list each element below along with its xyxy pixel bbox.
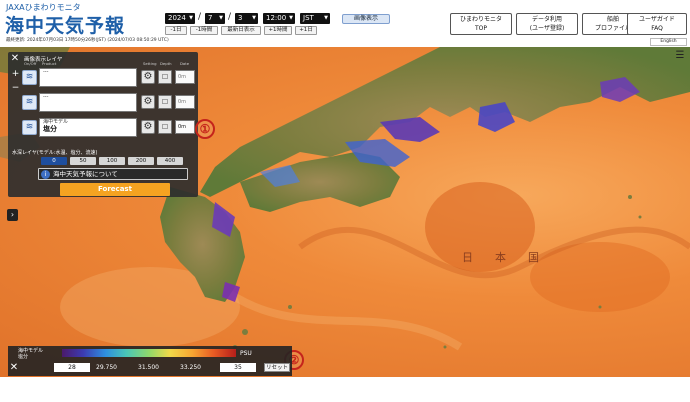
depth-toggle[interactable]: ☐ — [158, 70, 172, 84]
layer-row-3: ≋ 海中モデル 塩分 ⚙ ☐ 0m — [22, 118, 197, 137]
minus-day-button[interactable]: -1日 — [165, 26, 187, 35]
depth-option-50[interactable]: 50 — [70, 157, 96, 165]
column-header-depth: Depth — [160, 61, 172, 66]
month-value: 7 — [208, 14, 213, 22]
depth-option-100[interactable]: 100 — [99, 157, 125, 165]
image-display-button[interactable]: 画像表示 — [342, 14, 390, 24]
layers-icon[interactable]: ≋ — [22, 95, 37, 110]
last-update-text: 最終更新: 2024年07月03日 17時50分26秒(JST) (2024/0… — [6, 38, 169, 43]
layer-product-select[interactable]: --- — [39, 93, 137, 112]
column-header-onoff: On/Off — [24, 61, 37, 66]
legend-unit: PSU — [240, 350, 252, 357]
year-value: 2024 — [168, 14, 186, 22]
chevron-right-icon[interactable]: › — [7, 209, 18, 221]
gear-icon[interactable]: ⚙ — [141, 95, 155, 109]
color-legend: 海中モデル 塩分 PSU ✕ 28 29.750 31.500 33.250 3… — [8, 346, 292, 376]
zoom-in-button[interactable]: + — [11, 70, 20, 79]
legend-min-input[interactable]: 28 — [54, 363, 90, 372]
year-select[interactable]: 2024 ▼ — [165, 13, 195, 24]
depth-toggle[interactable]: ☐ — [158, 120, 172, 134]
layer-row-2: ≋ --- ⚙ ☐ 0m — [22, 93, 197, 112]
gear-icon[interactable]: ⚙ — [141, 70, 155, 84]
legend-max-input[interactable]: 35 — [220, 363, 256, 372]
close-icon[interactable]: ✕ — [9, 363, 19, 373]
nav-label: TOP — [474, 25, 487, 32]
annotation-marker-1: ① — [195, 119, 215, 139]
legend-title: 海中モデル 塩分 — [18, 348, 43, 360]
english-button[interactable]: English — [650, 38, 687, 46]
legend-variable: 塩分 — [18, 354, 29, 360]
layer-product-select[interactable]: 海中モデル 塩分 — [39, 118, 137, 137]
date-separator: / — [228, 12, 232, 22]
chevron-down-icon: ▼ — [189, 15, 193, 21]
nav-label: FAQ — [651, 25, 663, 32]
depth-toggle[interactable]: ☐ — [158, 95, 172, 109]
layer-depth-select[interactable]: 0m — [175, 95, 195, 109]
chevron-down-icon: ▼ — [289, 15, 293, 21]
logo-title[interactable]: 海中天気予報 — [5, 11, 125, 38]
forecast-button[interactable]: Forecast — [60, 183, 170, 196]
chevron-down-icon: ▼ — [219, 15, 223, 21]
nav-label: (ユーザ登録) — [529, 25, 565, 32]
column-header-date: Date — [180, 61, 190, 66]
month-select[interactable]: 7 ▼ — [205, 13, 225, 24]
depth-option-200[interactable]: 200 — [128, 157, 154, 165]
nav-data-usage[interactable]: データ利用 (ユーザ登録) — [516, 13, 578, 35]
layers-icon[interactable]: ≋ — [22, 120, 37, 135]
minus-hour-button[interactable]: -1時間 — [190, 26, 218, 35]
country-label: 日本国 — [462, 251, 561, 264]
day-select[interactable]: 3 ▼ — [235, 13, 258, 24]
nav-user-guide[interactable]: ユーザガイド FAQ — [627, 13, 687, 35]
plus-hour-button[interactable]: +1時間 — [264, 26, 292, 35]
close-icon[interactable]: ✕ — [10, 54, 20, 64]
layer-product-name: 塩分 — [43, 125, 57, 133]
latest-day-button[interactable]: 最新日表示 — [221, 26, 261, 35]
chevron-down-icon: ▼ — [324, 15, 328, 21]
gear-icon[interactable]: ⚙ — [141, 120, 155, 134]
timezone-select[interactable]: JST ▼ — [300, 13, 330, 24]
nav-label: ユーザガイド — [639, 16, 675, 23]
map-canvas[interactable]: 日本国 ☰ › ✕ 画像表示レイヤ On/Off Product Setting… — [0, 47, 690, 377]
menu-icon[interactable]: ☰ — [675, 51, 685, 61]
timezone-value: JST — [303, 14, 314, 22]
header: JAXAひまわりモニタ 海中天気予報 最終更新: 2024年07月03日 17時… — [0, 0, 690, 46]
day-value: 3 — [238, 14, 243, 22]
column-header-setting: Setting — [143, 61, 157, 66]
nav-label: ひまわりモニタ — [459, 16, 502, 23]
layer-depth-select[interactable]: 0m — [175, 120, 195, 134]
layers-icon[interactable]: ≋ — [22, 70, 37, 85]
color-scale-bar — [62, 349, 236, 357]
layer-depth-select[interactable]: 0m — [175, 70, 195, 84]
time-value: 12:00 — [266, 14, 287, 22]
about-link[interactable]: i 海中天気予報について — [38, 168, 188, 180]
nav-label: データ利用 — [531, 16, 562, 23]
date-separator: / — [198, 12, 202, 22]
layer-row-1: ≋ --- ⚙ ☐ 0m — [22, 68, 197, 87]
about-link-label: 海中天気予報について — [53, 170, 118, 178]
zoom-out-button[interactable]: − — [11, 84, 20, 93]
legend-tick: 31.500 — [138, 364, 159, 371]
nav-himawari-top[interactable]: ひまわりモニタ TOP — [450, 13, 512, 35]
layer-panel: ✕ 画像表示レイヤ On/Off Product Setting Depth D… — [8, 52, 198, 197]
layer-product-select[interactable]: --- — [39, 68, 137, 87]
column-header-product: Product — [42, 61, 57, 66]
plus-day-button[interactable]: +1日 — [295, 26, 317, 35]
legend-tick: 29.750 — [96, 364, 117, 371]
info-icon: i — [41, 170, 50, 179]
depth-option-0[interactable]: 0 — [41, 157, 67, 165]
legend-tick: 33.250 — [180, 364, 201, 371]
legend-reset-button[interactable]: リセット — [264, 363, 290, 372]
time-select[interactable]: 12:00 ▼ — [263, 13, 295, 24]
depth-layer-title: 水深レイヤ(モデル:水温、塩分、流速) — [12, 150, 98, 156]
chevron-down-icon: ▼ — [252, 15, 256, 21]
depth-option-400[interactable]: 400 — [157, 157, 183, 165]
